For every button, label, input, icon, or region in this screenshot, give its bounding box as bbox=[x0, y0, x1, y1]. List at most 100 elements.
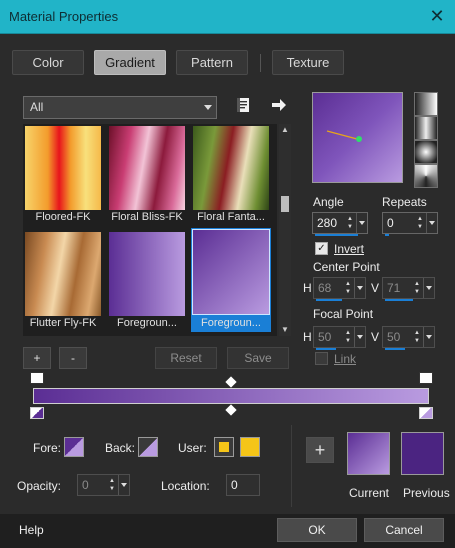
gradient-thumb-floral-fantasy[interactable]: Floral Fanta... bbox=[191, 124, 271, 226]
opacity-value: 0 bbox=[82, 478, 89, 492]
window-title: Material Properties bbox=[9, 9, 119, 24]
midpoint-top-marker[interactable] bbox=[225, 376, 237, 388]
gradient-label: Flutter Fly-FK bbox=[29, 317, 97, 329]
focal-point-label: Focal Point bbox=[313, 307, 374, 321]
ok-button[interactable]: OK bbox=[277, 518, 357, 542]
link-checkbox[interactable] bbox=[315, 352, 328, 365]
chevron-down-icon[interactable] bbox=[423, 278, 434, 298]
gradient-preview[interactable] bbox=[312, 92, 403, 183]
center-h-input[interactable]: 68 ▲ ▼ bbox=[313, 277, 366, 301]
gradient-label: Floral Bliss-FK bbox=[111, 211, 183, 223]
gradient-editor-bar[interactable] bbox=[33, 388, 429, 404]
focal-h-input[interactable]: 50 ▲ ▼ bbox=[313, 326, 366, 350]
invert-checkbox[interactable]: ✓ bbox=[315, 242, 328, 255]
fore-swatch[interactable] bbox=[64, 437, 84, 457]
category-select[interactable]: All bbox=[23, 96, 217, 119]
end-stop-top-marker[interactable] bbox=[419, 372, 433, 384]
user-swatch-toggle[interactable] bbox=[214, 437, 234, 457]
close-icon: ✕ bbox=[429, 6, 445, 26]
tab-color[interactable]: Color bbox=[12, 50, 84, 75]
back-swatch[interactable] bbox=[138, 437, 158, 457]
cancel-button[interactable]: Cancel bbox=[364, 518, 444, 542]
location-label: Location: bbox=[161, 479, 210, 493]
previous-swatch[interactable] bbox=[401, 432, 444, 475]
radial-gradient-icon[interactable] bbox=[414, 140, 438, 164]
save-gradient-button[interactable]: Save bbox=[227, 347, 289, 369]
gradient-thumb-flutter-fly[interactable]: Flutter Fly-FK bbox=[23, 230, 103, 332]
scroll-down-icon[interactable]: ▼ bbox=[279, 325, 291, 335]
center-v-value: 71 bbox=[387, 281, 401, 295]
chevron-down-icon[interactable] bbox=[354, 278, 365, 298]
start-stop-top-marker[interactable] bbox=[30, 372, 44, 384]
focal-v-slider-bar[interactable] bbox=[385, 348, 405, 350]
back-label: Back: bbox=[105, 441, 136, 455]
add-swatch-button[interactable]: + bbox=[306, 437, 334, 463]
end-color-stop[interactable] bbox=[419, 407, 433, 419]
gradient-gallery: Floored-FK Floral Bliss-FK Floral Fanta.… bbox=[23, 124, 277, 336]
scroll-up-icon[interactable]: ▲ bbox=[279, 125, 291, 135]
fore-label: Fore: bbox=[33, 441, 62, 455]
gradient-swatch bbox=[25, 126, 101, 210]
repeats-input[interactable]: 0 ▲ ▼ bbox=[382, 212, 438, 236]
close-button[interactable]: ✕ bbox=[419, 0, 455, 34]
gradient-thumb-foreground-2[interactable]: Foregroun... bbox=[191, 228, 271, 332]
location-input[interactable]: 0 bbox=[226, 474, 260, 496]
rectangular-gradient-icon[interactable] bbox=[414, 116, 438, 140]
gradient-label: Floored-FK bbox=[35, 211, 91, 223]
gradient-thumb-floored[interactable]: Floored-FK bbox=[23, 124, 103, 226]
spin-arrows-icon: ▲ ▼ bbox=[347, 216, 353, 230]
reset-button[interactable]: Reset bbox=[155, 347, 217, 369]
add-gradient-button[interactable]: + bbox=[23, 347, 51, 369]
linear-gradient-icon[interactable] bbox=[414, 92, 438, 116]
angle-input[interactable]: 280 ▲ ▼ bbox=[312, 212, 368, 236]
gradient-label: Floral Fanta... bbox=[197, 211, 265, 223]
midpoint-bottom-marker[interactable] bbox=[225, 404, 237, 416]
resource-manager-icon[interactable] bbox=[235, 96, 253, 114]
focal-h-slider-bar[interactable] bbox=[316, 348, 336, 350]
user-label: User: bbox=[178, 441, 207, 455]
center-h-slider-bar[interactable] bbox=[316, 299, 342, 301]
arrow-right-icon[interactable] bbox=[270, 96, 288, 114]
scroll-thumb[interactable] bbox=[281, 196, 289, 212]
opacity-input[interactable]: 0 ▲ ▼ bbox=[77, 474, 130, 496]
tab-texture[interactable]: Texture bbox=[272, 50, 344, 75]
center-v-input[interactable]: 71 ▲ ▼ bbox=[382, 277, 435, 301]
tab-gradient[interactable]: Gradient bbox=[94, 50, 166, 75]
focal-v-input[interactable]: 50 ▲ ▼ bbox=[382, 326, 435, 350]
remove-gradient-button[interactable]: - bbox=[59, 347, 87, 369]
angle-slider-bar[interactable] bbox=[315, 234, 358, 236]
gradient-label: Foregroun... bbox=[201, 317, 261, 329]
chevron-down-icon[interactable] bbox=[118, 475, 129, 495]
start-color-stop[interactable] bbox=[30, 407, 44, 419]
user-color-swatch[interactable] bbox=[240, 437, 260, 457]
chevron-down-icon[interactable] bbox=[354, 327, 365, 347]
spin-arrows-icon: ▲ ▼ bbox=[417, 216, 423, 230]
gradient-label: Foregroun... bbox=[117, 317, 177, 329]
help-button[interactable]: Help bbox=[19, 523, 44, 537]
spin-arrows-icon: ▲ ▼ bbox=[345, 330, 351, 344]
chevron-down-icon[interactable] bbox=[356, 213, 367, 233]
center-v-label: V bbox=[371, 281, 380, 295]
repeats-value: 0 bbox=[387, 216, 394, 230]
spin-arrows-icon: ▲ ▼ bbox=[109, 478, 115, 492]
center-v-slider-bar[interactable] bbox=[385, 299, 413, 301]
focal-h-value: 50 bbox=[318, 330, 332, 344]
center-h-label: H bbox=[303, 281, 312, 295]
sunburst-gradient-icon[interactable] bbox=[414, 164, 438, 188]
panel-divider bbox=[291, 425, 292, 507]
repeats-slider-bar[interactable] bbox=[385, 234, 389, 236]
tab-pattern[interactable]: Pattern bbox=[176, 50, 248, 75]
chevron-down-icon[interactable] bbox=[423, 327, 434, 347]
category-select-value: All bbox=[30, 100, 44, 114]
gradient-thumb-foreground-1[interactable]: Foregroun... bbox=[107, 230, 187, 332]
gallery-scrollbar[interactable] bbox=[279, 124, 291, 336]
chevron-down-icon[interactable] bbox=[426, 213, 437, 233]
focal-v-value: 50 bbox=[387, 330, 401, 344]
current-label: Current bbox=[349, 486, 390, 500]
opacity-label: Opacity: bbox=[17, 479, 62, 493]
gradient-swatch bbox=[109, 126, 185, 210]
current-swatch[interactable] bbox=[347, 432, 390, 475]
center-h-value: 68 bbox=[318, 281, 332, 295]
previous-label: Previous bbox=[403, 486, 450, 500]
gradient-thumb-floral-bliss[interactable]: Floral Bliss-FK bbox=[107, 124, 187, 226]
